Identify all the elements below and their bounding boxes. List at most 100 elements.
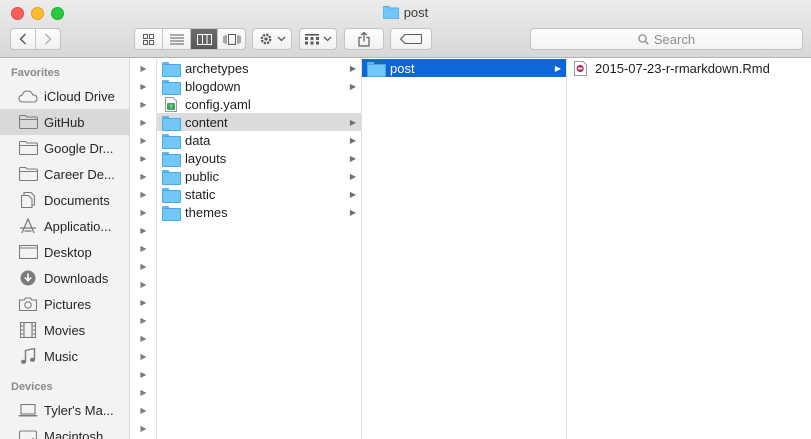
devices-heading: Devices [11,381,53,393]
downloads-icon [18,270,38,286]
sidebar-item-label: Applicatio... [44,218,112,234]
sidebar-item-desktop[interactable]: Desktop [0,239,129,265]
file-row-static[interactable]: static ▶ [157,185,361,203]
yaml-file-icon: Y [162,96,179,112]
sidebar-item-label: Macintosh... [44,428,115,439]
disclosure-arrow-icon: ▶ [349,153,356,163]
view-mode-selector [134,28,246,50]
sidebar-item-label: Pictures [44,296,91,312]
cloud-icon [18,88,38,104]
tag-button[interactable] [390,28,432,50]
arrange-menu-button[interactable] [299,28,337,50]
window-title-text: post [403,5,429,20]
file-row-data[interactable]: data ▶ [157,131,361,149]
sidebar-item-pictures[interactable]: Pictures [0,291,129,317]
disclosure-arrow-icon[interactable]: ▶ [131,95,156,113]
chevron-right-icon [45,33,52,45]
disclosure-arrow-icon[interactable]: ▶ [131,275,156,293]
list-view-icon [169,34,184,44]
sidebar-item-github[interactable]: GitHub [0,109,129,135]
file-row-post[interactable]: post ▶ [362,59,566,77]
disclosure-arrow-icon[interactable]: ▶ [131,203,156,221]
file-row-rmarkdown[interactable]: 2015-07-23-r-rmarkdown.Rmd [567,59,811,77]
disclosure-arrow-icon[interactable]: ▶ [131,221,156,239]
column-1[interactable]: ▶ ▶ ▶ ▶ ▶ ▶ ▶ ▶ ▶ ▶ ▶ ▶ ▶ ▶ ▶ ▶ ▶ ▶ ▶ ▶ ▶ [131,59,157,439]
icon-view-button[interactable] [135,29,162,49]
folder-icon [162,79,181,95]
column-view-icon [196,33,212,45]
sidebar: Favorites iCloud Drive GitHub Google Dr.… [0,59,130,439]
disclosure-arrow-icon[interactable]: ▶ [131,383,156,401]
file-row-themes[interactable]: themes ▶ [157,203,361,221]
list-view-button[interactable] [162,29,190,49]
file-row-blogdown[interactable]: blogdown ▶ [157,77,361,95]
sidebar-item-google-drive[interactable]: Google Dr... [0,135,129,161]
file-name: blogdown [185,78,241,94]
sidebar-item-applications[interactable]: Applicatio... [0,213,129,239]
disclosure-arrow-icon: ▶ [349,171,356,181]
disclosure-arrow-icon[interactable]: ▶ [131,59,156,77]
file-row-archetypes[interactable]: archetypes ▶ [157,59,361,77]
disclosure-arrow-icon[interactable]: ▶ [131,401,156,419]
coverflow-view-button[interactable] [217,29,245,49]
disclosure-arrow-icon[interactable]: ▶ [131,293,156,311]
disclosure-arrow-icon: ▶ [349,81,356,91]
sidebar-item-career-development[interactable]: Career De... [0,161,129,187]
share-button[interactable] [344,28,384,50]
disclosure-arrow-icon[interactable]: ▶ [131,167,156,185]
forward-button[interactable] [35,29,60,49]
folder-icon [162,169,181,185]
sidebar-item-label: iCloud Drive [44,88,115,104]
chevron-left-icon [19,33,27,45]
column-view-button[interactable] [189,29,218,49]
column-3[interactable]: post ▶ [362,59,567,439]
disclosure-arrow-icon[interactable]: ▶ [131,239,156,257]
disclosure-arrow-icon: ▶ [554,63,561,73]
disclosure-arrow-icon[interactable]: ▶ [131,311,156,329]
disclosure-arrow-icon[interactable]: ▶ [131,257,156,275]
file-row-layouts[interactable]: layouts ▶ [157,149,361,167]
column-2[interactable]: archetypes ▶ blogdown ▶ Y config.yaml co… [157,59,362,439]
file-name: archetypes [185,60,249,76]
column-4[interactable]: 2015-07-23-r-rmarkdown.Rmd [567,59,811,439]
disclosure-arrow-icon: ▶ [349,135,356,145]
sidebar-item-label: Downloads [44,270,109,286]
sidebar-item-macintosh-hd[interactable]: Macintosh... [0,423,129,439]
sidebar-item-macbook[interactable]: Tyler's Ma... [0,397,129,423]
share-icon [358,31,370,47]
file-name: layouts [185,150,227,166]
hard-drive-icon [18,428,38,439]
disclosure-arrow-icon[interactable]: ▶ [131,185,156,203]
desktop-icon [18,244,38,260]
sidebar-item-movies[interactable]: Movies [0,317,129,343]
disclosure-arrow-icon[interactable]: ▶ [131,329,156,347]
folder-icon [162,205,181,221]
disclosure-arrow-icon[interactable]: ▶ [131,419,156,437]
disclosure-arrow-icon[interactable]: ▶ [131,365,156,383]
file-name: 2015-07-23-r-rmarkdown.Rmd [595,60,770,76]
action-menu-button[interactable] [252,28,292,50]
disclosure-arrow-icon[interactable]: ▶ [131,149,156,167]
coverflow-view-icon [223,33,241,45]
sidebar-item-icloud-drive[interactable]: iCloud Drive [0,83,129,109]
title-bar: post Search [0,0,811,58]
file-row-content[interactable]: content ▶ [157,113,361,131]
sidebar-item-documents[interactable]: Documents [0,187,129,213]
sidebar-item-downloads[interactable]: Downloads [0,265,129,291]
disclosure-arrow-icon[interactable]: ▶ [131,113,156,131]
disclosure-arrow-icon: ▶ [349,117,356,127]
file-name: data [185,132,211,148]
file-name: content [185,114,228,130]
file-name: public [185,168,219,184]
disclosure-arrow-icon[interactable]: ▶ [131,77,156,95]
folder-icon [162,187,181,203]
disclosure-arrow-icon[interactable]: ▶ [131,131,156,149]
file-row-config-yaml[interactable]: Y config.yaml [157,95,361,113]
folder-icon [162,115,181,131]
search-field[interactable]: Search [530,28,803,50]
sidebar-item-music[interactable]: Music [0,343,129,369]
search-placeholder: Search [653,31,696,47]
back-button[interactable] [11,29,35,49]
file-row-public[interactable]: public ▶ [157,167,361,185]
disclosure-arrow-icon[interactable]: ▶ [131,347,156,365]
